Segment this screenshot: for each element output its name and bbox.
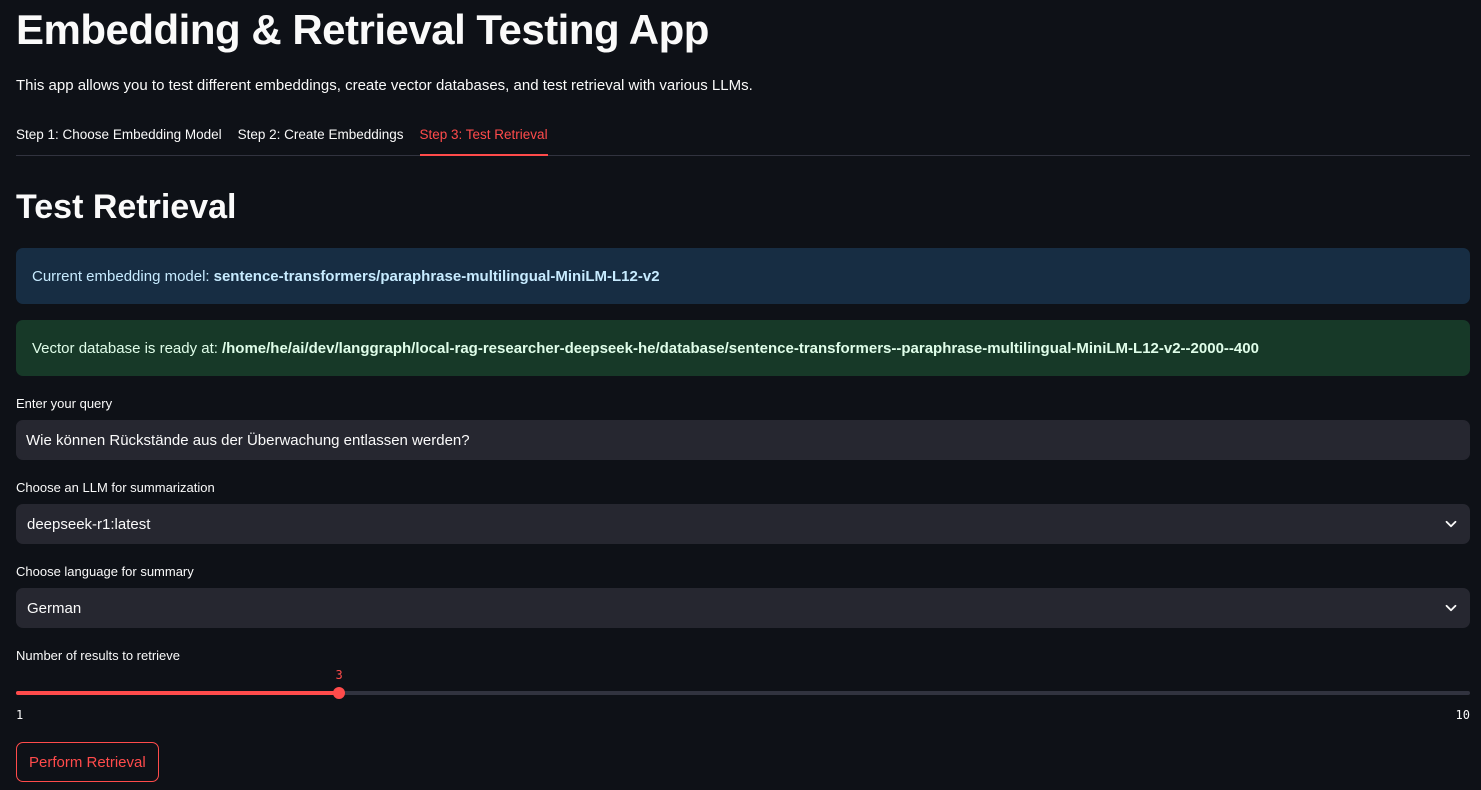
section-title: Test Retrieval — [16, 188, 237, 226]
vector-db-label: Vector database is ready at: — [32, 339, 218, 357]
results-slider-label: Number of results to retrieve — [16, 648, 181, 663]
llm-select-label: Choose an LLM for summarization — [16, 480, 215, 495]
tab-choose-embedding-model[interactable]: Step 1: Choose Embedding Model — [16, 115, 222, 154]
embedding-model-value: sentence-transformers/paraphrase-multili… — [213, 267, 660, 285]
language-select-label: Choose language for summary — [16, 564, 194, 579]
slider-current-value: 3 — [335, 668, 343, 682]
tab-test-retrieval[interactable]: Step 3: Test Retrieval — [419, 115, 548, 156]
chevron-down-icon — [1444, 601, 1458, 615]
query-input[interactable] — [16, 420, 1470, 460]
main-page: Embedding & Retrieval Testing App This a… — [0, 0, 1481, 790]
tab-create-embeddings[interactable]: Step 2: Create Embeddings — [238, 115, 404, 154]
chevron-down-icon — [1444, 517, 1458, 531]
query-label: Enter your query — [16, 396, 113, 411]
vector-db-status: Vector database is ready at: /home/he/ai… — [16, 320, 1470, 376]
llm-select[interactable]: deepseek-r1:latest — [16, 504, 1470, 544]
embedding-model-info: Current embedding model: sentence-transf… — [16, 248, 1470, 304]
results-slider[interactable]: 3 1 10 — [16, 668, 1470, 724]
slider-min-label: 1 — [16, 708, 24, 722]
perform-retrieval-button[interactable]: Perform Retrieval — [16, 742, 159, 782]
language-select-value: German — [27, 599, 82, 617]
slider-max-label: 10 — [1455, 708, 1470, 722]
app-description: This app allows you to test different em… — [16, 77, 753, 94]
slider-fill — [16, 691, 340, 695]
app-title: Embedding & Retrieval Testing App — [16, 6, 709, 53]
vector-db-path: /home/he/ai/dev/langgraph/local-rag-rese… — [221, 339, 1259, 357]
language-select[interactable]: German — [16, 588, 1470, 628]
llm-select-value: deepseek-r1:latest — [27, 515, 151, 533]
step-tabs: Step 1: Choose Embedding Model Step 2: C… — [16, 115, 1470, 156]
slider-track[interactable] — [16, 691, 1470, 695]
slider-thumb[interactable] — [333, 687, 346, 699]
embedding-model-label: Current embedding model: — [32, 267, 210, 285]
